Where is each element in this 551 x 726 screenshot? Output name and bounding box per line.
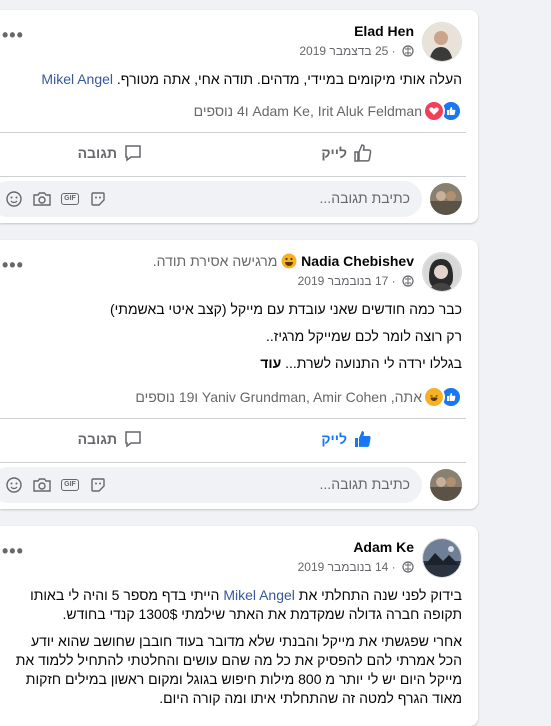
post-date[interactable]: 25 בדצמבר 2019 (299, 44, 388, 58)
post-header: Elad Hen · 25 בדצמבר 2019 (299, 22, 462, 62)
reactions-text: אתה, Yaniv Grundman, Amir Cohen ו19 נוספ… (135, 389, 422, 405)
globe-icon (402, 44, 414, 62)
comment-bubble-icon (125, 431, 141, 448)
post-meta: Adam Ke · 14 בנובמבר 2019 (298, 538, 414, 578)
post-card: ••• Nadia Chebishev מרגישה אסירת תודה. ·… (0, 240, 478, 509)
divider (0, 176, 466, 177)
comment-bubble-icon (125, 145, 141, 162)
author-name[interactable]: Adam Ke (353, 539, 414, 555)
post-meta: Nadia Chebishev מרגישה אסירת תודה. · 17 … (153, 252, 414, 292)
avatar[interactable] (422, 252, 462, 292)
post-text: בידוק לפני שנה התחלתי את Mikel Angel היי… (15, 587, 462, 706)
post-card: ••• Adam Ke · 14 בנובמבר 2019 בידוק לפני… (0, 526, 478, 726)
grinning-emoji-icon (281, 253, 297, 269)
reactions-summary[interactable]: Adam Ke, Irit Aluk Feldman ו4 נוספים (194, 100, 462, 122)
sticker-icon[interactable] (88, 475, 108, 495)
see-more-link[interactable]: עוד (260, 355, 281, 371)
comment-input[interactable]: כתיבת תגובה... GIF (0, 467, 422, 503)
comment-input[interactable]: כתיבת תגובה... GIF (0, 181, 422, 217)
post-date[interactable]: 17 בנובמבר 2019 (298, 274, 389, 288)
feeling-text: מרגישה אסירת תודה. (152, 253, 278, 269)
comment-composer: כתיבת תגובה... GIF (0, 181, 462, 217)
avatar[interactable] (422, 22, 462, 62)
more-options-icon[interactable]: ••• (2, 26, 24, 44)
divider (0, 418, 466, 419)
post-meta: Elad Hen · 25 בדצמבר 2019 (299, 22, 414, 62)
reactions-summary[interactable]: אתה, Yaniv Grundman, Amir Cohen ו19 נוספ… (135, 386, 462, 408)
post-header: Nadia Chebishev מרגישה אסירת תודה. · 17 … (153, 252, 462, 292)
like-thumb-icon (354, 144, 372, 162)
comment-button[interactable]: תגובה (78, 429, 143, 449)
globe-icon (402, 560, 414, 578)
globe-icon (402, 274, 414, 292)
love-reaction-icon (423, 100, 445, 122)
divider (0, 462, 466, 463)
avatar[interactable] (430, 469, 462, 501)
gif-icon[interactable]: GIF (60, 189, 80, 209)
comment-composer: כתיבת תגובה... GIF (0, 467, 462, 503)
avatar[interactable] (430, 183, 462, 215)
mention-link[interactable]: Mikel Angel (41, 71, 113, 87)
like-thumb-icon (355, 431, 371, 447)
mention-link[interactable]: Mikel Angel (223, 587, 295, 603)
author-name[interactable]: Nadia Chebishev (301, 253, 414, 269)
reactions-text: Adam Ke, Irit Aluk Feldman ו4 נוספים (193, 103, 422, 119)
more-options-icon[interactable]: ••• (2, 256, 24, 274)
emoji-icon[interactable] (4, 189, 24, 209)
camera-icon[interactable] (32, 189, 52, 209)
post-header: Adam Ke · 14 בנובמבר 2019 (298, 538, 462, 578)
comment-button[interactable]: תגובה (78, 143, 143, 163)
haha-reaction-icon (423, 386, 445, 408)
post-date[interactable]: 14 בנובמבר 2019 (298, 560, 389, 574)
sticker-icon[interactable] (88, 189, 108, 209)
emoji-icon[interactable] (4, 475, 24, 495)
post-text: העלה אותי מיקומים במיידי, מדהים. תודה אח… (41, 71, 462, 87)
post-text: כבר כמה חודשים שאני עובדת עם מייקל (קצב … (109, 301, 462, 371)
post-card: ••• Elad Hen · 25 בדצמבר 2019 העלה אותי … (0, 10, 478, 223)
divider (0, 132, 466, 133)
like-button[interactable]: לייק (321, 143, 373, 163)
camera-icon[interactable] (32, 475, 52, 495)
like-button[interactable]: לייק (321, 429, 373, 449)
more-options-icon[interactable]: ••• (2, 542, 24, 560)
gif-icon[interactable]: GIF (60, 475, 80, 495)
avatar[interactable] (422, 538, 462, 578)
author-name[interactable]: Elad Hen (354, 23, 414, 39)
